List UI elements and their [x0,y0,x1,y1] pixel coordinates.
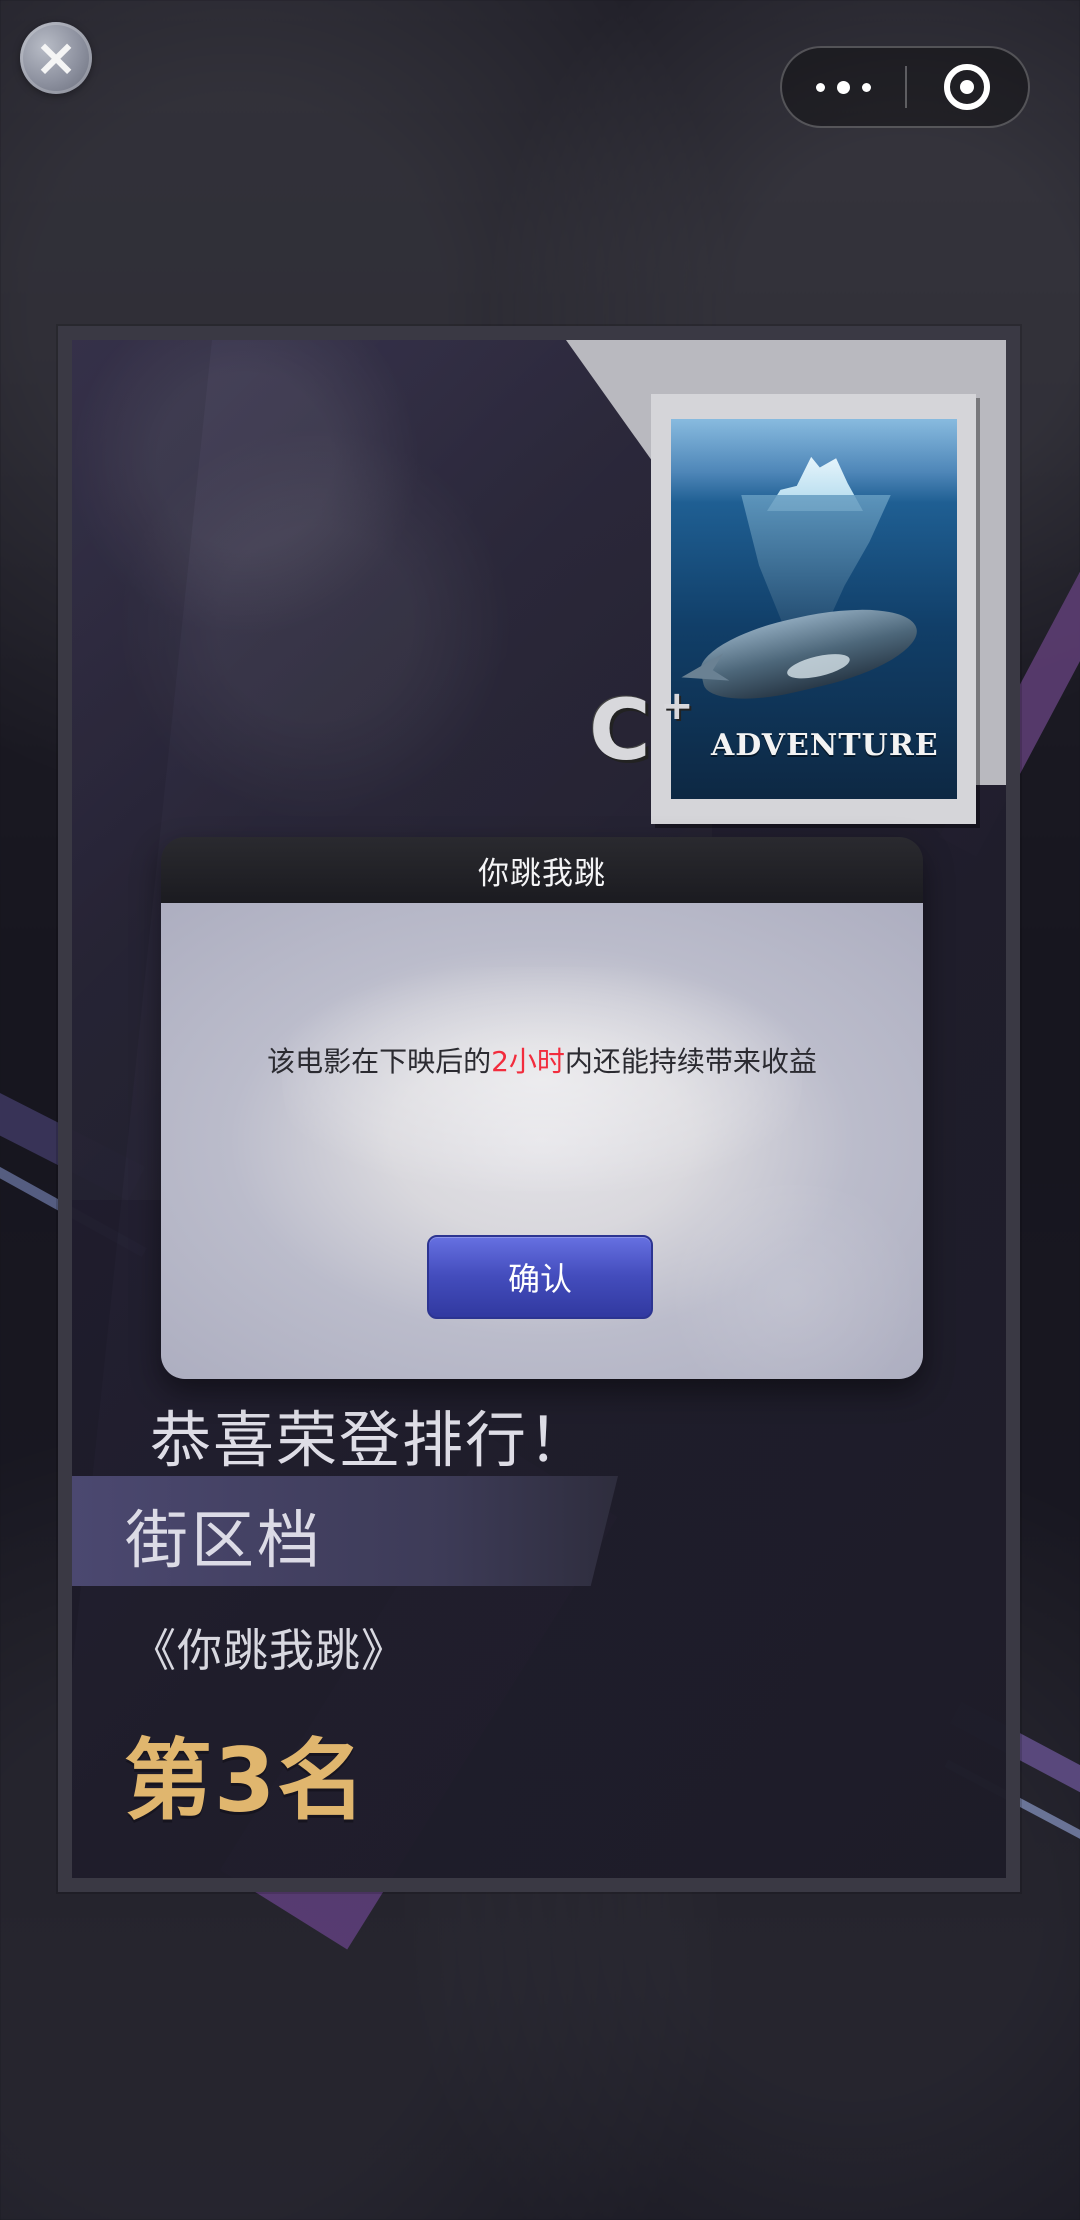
modal-header: 你跳我跳 [161,837,923,903]
congratulations-text: 恭喜荣登排行！ [150,1405,592,1476]
info-modal: 你跳我跳 该电影在下映后的2小时内还能持续带来收益 确认 [161,837,923,1379]
grade-plus: + [660,683,694,729]
poster-title: ADVENTURE [711,728,939,763]
record-button[interactable] [907,48,1028,126]
modal-message-highlight: 2小时 [491,1045,565,1078]
close-button[interactable]: × [20,22,92,94]
record-icon [944,64,991,110]
movie-name: 《你跳我跳》 [131,1624,408,1677]
district-label: 街区档 [125,1504,323,1577]
modal-message-suffix: 内还能持续带来收益 [564,1045,817,1078]
rank-text: 第3名 [124,1729,368,1832]
modal-body: 该电影在下映后的2小时内还能持续带来收益 确认 [161,903,923,1379]
more-icon-center-dot [837,80,850,94]
confirm-button[interactable]: 确认 [427,1235,653,1319]
modal-message: 该电影在下映后的2小时内还能持续带来收益 [161,1040,923,1080]
close-icon: × [34,28,78,88]
record-icon-core [960,80,975,94]
movie-poster: ADVENTURE [671,419,957,799]
more-icon-right-dot [862,82,871,92]
grade-letter: C [589,681,651,779]
grade-badge: C + [587,681,694,779]
more-button[interactable] [782,48,905,126]
more-icon [816,82,825,92]
modal-message-prefix: 该电影在下映后的 [267,1045,492,1078]
top-capsule [780,46,1030,128]
movie-poster-frame: ADVENTURE [651,394,976,824]
modal-title: 你跳我跳 [478,855,606,892]
